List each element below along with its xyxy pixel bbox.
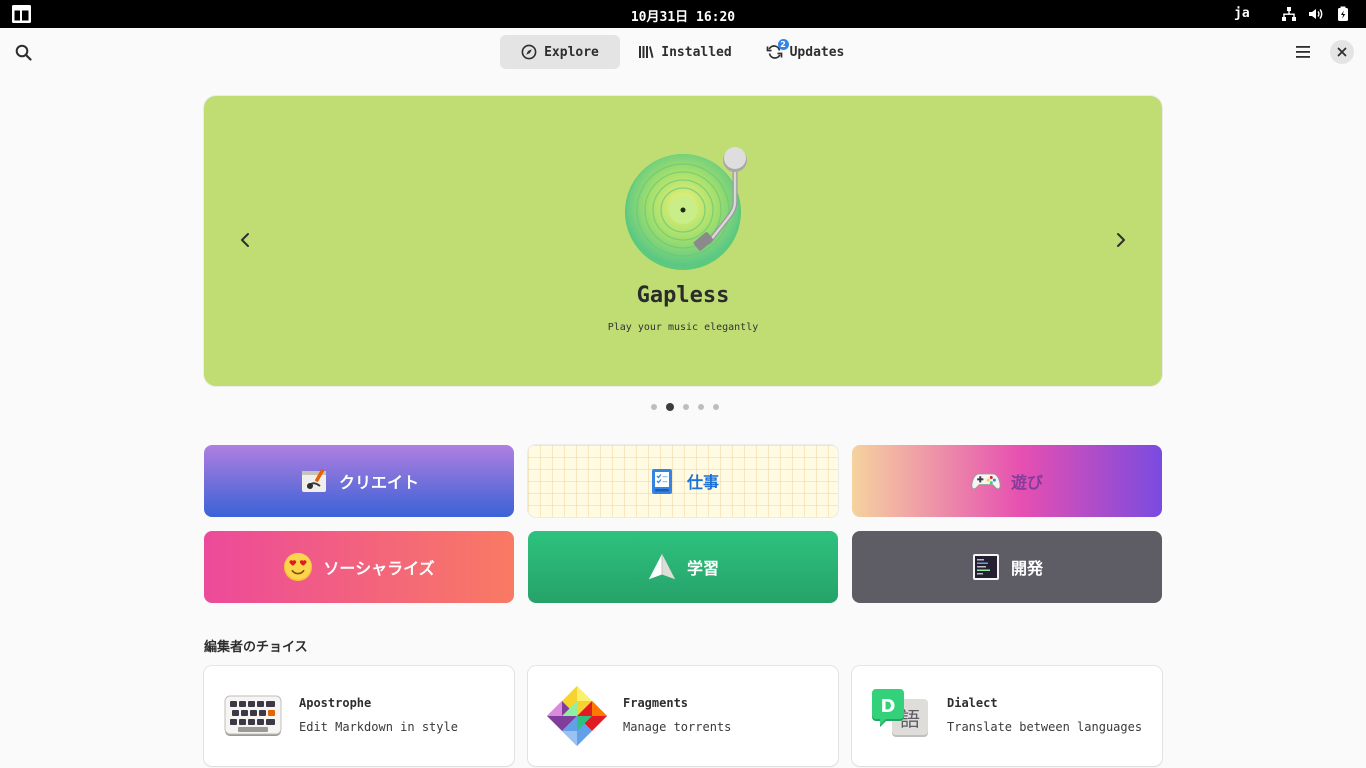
paper-plane-icon bbox=[648, 553, 676, 580]
carousel-indicator bbox=[651, 403, 719, 411]
category-create[interactable]: クリエイト bbox=[204, 445, 514, 517]
editors-choice-heading: 編集者のチョイス bbox=[204, 640, 308, 655]
category-socialize[interactable]: ソーシャライズ bbox=[204, 531, 514, 603]
library-icon bbox=[639, 46, 654, 58]
category-label: 遊び bbox=[1010, 473, 1043, 492]
app-name: Fragments bbox=[623, 696, 689, 710]
carousel-dot-active[interactable] bbox=[666, 403, 674, 411]
carousel-previous-button[interactable] bbox=[232, 227, 258, 253]
tab-explore[interactable]: Explore bbox=[500, 35, 620, 69]
tab-installed[interactable]: Installed bbox=[632, 35, 738, 69]
chevron-right-icon bbox=[1117, 233, 1125, 247]
input-language[interactable]: ja bbox=[1234, 6, 1250, 21]
category-label: 仕事 bbox=[686, 473, 719, 492]
system-top-bar: 10月31日 16:20 ja bbox=[0, 0, 1366, 28]
main-menu-button[interactable] bbox=[1289, 38, 1317, 66]
work-icon bbox=[651, 469, 672, 494]
dialect-icon: 語 D bbox=[872, 689, 928, 737]
app-card-apostrophe[interactable]: Apostrophe Edit Markdown in style bbox=[204, 666, 514, 766]
category-play[interactable]: 遊び bbox=[852, 445, 1162, 517]
category-label: 学習 bbox=[686, 559, 719, 578]
search-icon bbox=[15, 44, 32, 61]
carousel-dot[interactable] bbox=[683, 404, 689, 410]
volume-icon[interactable] bbox=[1307, 6, 1323, 22]
category-label: クリエイト bbox=[338, 473, 419, 492]
clock[interactable]: 10月31日 16:20 bbox=[0, 6, 1366, 25]
keyboard-icon bbox=[224, 695, 282, 736]
category-learn[interactable]: 学習 bbox=[528, 531, 838, 603]
svg-text:D: D bbox=[881, 696, 896, 717]
header-bar: Explore Installed 2 Updates bbox=[0, 28, 1366, 76]
gamepad-icon bbox=[971, 473, 1001, 490]
compass-icon bbox=[521, 44, 537, 60]
carousel-next-button[interactable] bbox=[1108, 227, 1134, 253]
app-name: Dialect bbox=[947, 696, 998, 710]
chevron-left-icon bbox=[241, 233, 249, 247]
featured-carousel[interactable]: Gapless Play your music elegantly bbox=[204, 96, 1162, 386]
tab-installed-label: Installed bbox=[661, 44, 732, 60]
category-label: 開発 bbox=[1010, 559, 1043, 578]
app-description: Translate between languages bbox=[947, 720, 1143, 734]
app-description: Manage torrents bbox=[623, 720, 732, 734]
tab-updates-label: Updates bbox=[789, 44, 845, 60]
close-window-button[interactable] bbox=[1330, 40, 1354, 64]
featured-app-title: Gapless bbox=[636, 283, 730, 308]
featured-app-summary: Play your music elegantly bbox=[607, 322, 759, 333]
fragments-icon bbox=[547, 686, 607, 746]
gapless-app-icon bbox=[625, 147, 747, 270]
app-card-dialect[interactable]: 語 D Dialect Translate between languages bbox=[852, 666, 1162, 766]
search-button[interactable] bbox=[9, 38, 37, 66]
network-icon[interactable] bbox=[1281, 6, 1297, 22]
category-work[interactable]: 仕事 bbox=[528, 445, 838, 517]
carousel-dot[interactable] bbox=[713, 404, 719, 410]
battery-icon[interactable] bbox=[1335, 6, 1351, 22]
terminal-icon bbox=[972, 554, 999, 580]
app-card-fragments[interactable]: Fragments Manage torrents bbox=[528, 666, 838, 766]
app-name: Apostrophe bbox=[299, 696, 372, 710]
carousel-dot[interactable] bbox=[651, 404, 657, 410]
carousel-dot[interactable] bbox=[698, 404, 704, 410]
category-label: ソーシャライズ bbox=[323, 559, 435, 578]
updates-badge: 2 bbox=[777, 39, 789, 50]
tab-updates[interactable]: 2 Updates bbox=[756, 35, 854, 69]
hamburger-menu-icon bbox=[1296, 46, 1310, 58]
app-description: Edit Markdown in style bbox=[299, 720, 458, 734]
create-icon bbox=[301, 468, 326, 492]
tab-explore-label: Explore bbox=[544, 44, 599, 60]
close-icon bbox=[1337, 47, 1347, 57]
heart-eyes-icon bbox=[284, 552, 313, 582]
category-develop[interactable]: 開発 bbox=[852, 531, 1162, 603]
